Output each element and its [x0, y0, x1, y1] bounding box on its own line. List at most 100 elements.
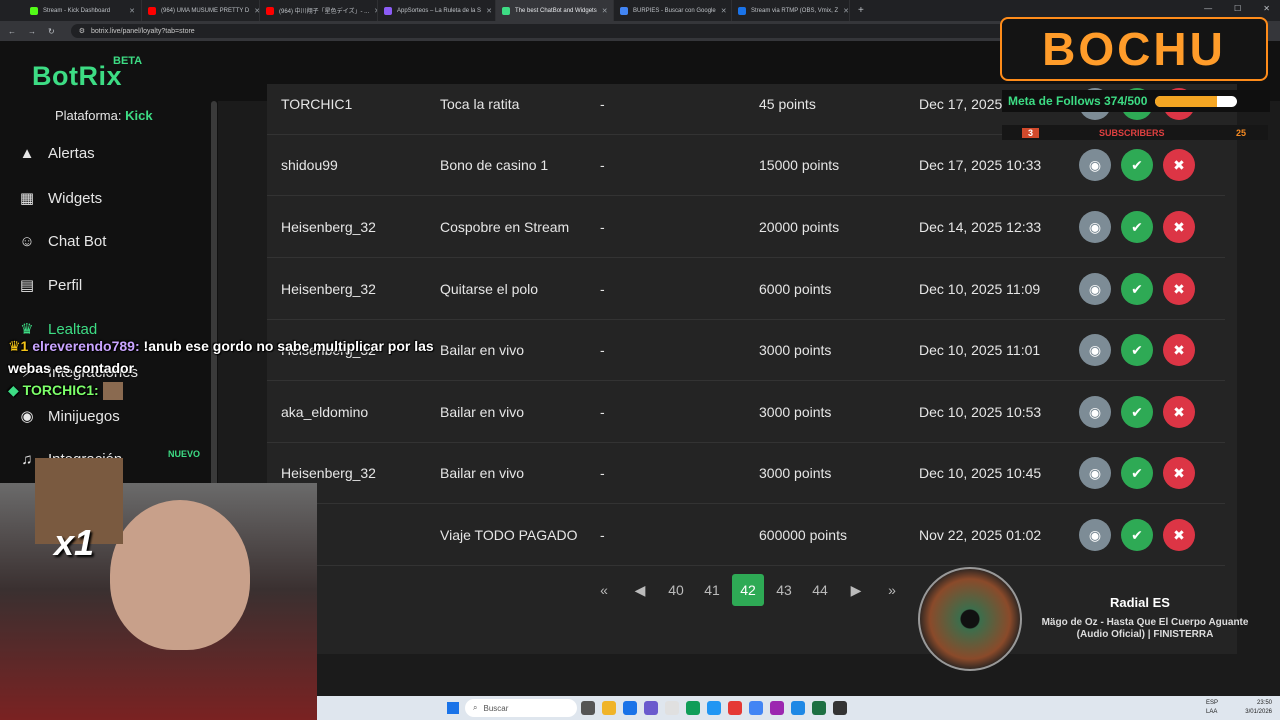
back-icon[interactable]: ← — [8, 27, 16, 36]
reject-button[interactable]: ✖ — [1163, 457, 1195, 489]
page-number-button[interactable]: 40 — [660, 574, 692, 606]
cell-cost: 15000 points — [759, 157, 840, 173]
reject-button[interactable]: ✖ — [1163, 396, 1195, 428]
window-controls: — ☐ ✕ — [1204, 4, 1270, 13]
app-icon[interactable] — [770, 701, 784, 715]
check-icon: ✔ — [1131, 341, 1143, 358]
app-icon[interactable] — [665, 701, 679, 715]
cell-date: Dec 14, 2025 12:33 — [919, 219, 1042, 235]
tab-favicon-icon — [30, 6, 38, 15]
view-button[interactable]: ◉ — [1079, 519, 1111, 551]
browser-tab[interactable]: BURPIES - Buscar con Google ✕ — [614, 0, 732, 21]
browser-tab[interactable]: Stream - Kick Dashboard ✕ — [24, 0, 142, 21]
approve-button[interactable]: ✔ — [1121, 149, 1153, 181]
browser-tab[interactable]: (964) UMA MUSUME PRETTY D ✕ — [142, 0, 260, 21]
forward-icon[interactable]: → — [28, 27, 36, 36]
eye-icon: ◉ — [1088, 526, 1102, 543]
view-button[interactable]: ◉ — [1079, 149, 1111, 181]
new-badge: NUEVO — [168, 449, 201, 459]
browser-tab[interactable]: AppSorteos – La Ruleta de la S ✕ — [378, 0, 496, 21]
app-icon[interactable] — [791, 701, 805, 715]
reject-button[interactable]: ✖ — [1163, 273, 1195, 305]
browser-tab[interactable]: (964) 中川翔子「星色デイズ」- ...✕ — [260, 0, 378, 21]
clock[interactable]: 23:50 3/01/2026 — [1245, 699, 1272, 717]
taskbar-search[interactable]: ⌕ Buscar — [465, 699, 577, 717]
view-button[interactable]: ◉ — [1079, 211, 1111, 243]
botrix-logo[interactable]: BotRix — [32, 61, 122, 92]
close-tab-icon[interactable]: ✕ — [721, 7, 727, 15]
close-tab-icon[interactable]: ✕ — [486, 7, 492, 15]
pagination: « ◀ 40 41 42 43 44 ▶ » — [588, 574, 908, 606]
sidebar-item[interactable]: ▲ Alertas — [18, 145, 95, 162]
next-page-icon[interactable]: ▶ — [840, 574, 872, 606]
close-tab-icon[interactable]: ✕ — [129, 7, 135, 15]
grid-icon: ▦ — [19, 190, 35, 207]
reject-button[interactable]: ✖ — [1163, 211, 1195, 243]
sidebar-item[interactable]: ◉ Minijuegos — [18, 407, 119, 426]
new-tab-icon[interactable]: + — [858, 5, 864, 16]
app-icon[interactable] — [644, 701, 658, 715]
close-tab-icon[interactable]: ✕ — [843, 7, 849, 15]
view-button[interactable]: ◉ — [1079, 273, 1111, 305]
app-icon[interactable] — [833, 701, 847, 715]
app-icon[interactable] — [749, 701, 763, 715]
first-page-icon[interactable]: « — [588, 574, 620, 606]
tab-title: (964) UMA MUSUME PRETTY D — [161, 7, 250, 14]
eye-icon: ◉ — [1088, 156, 1102, 173]
approve-button[interactable]: ✔ — [1121, 519, 1153, 551]
reload-icon[interactable]: ↻ — [48, 27, 55, 36]
tab-favicon-icon — [384, 6, 392, 15]
sidebar-item[interactable]: ▦ Widgets — [18, 189, 102, 208]
check-icon: ✔ — [1131, 464, 1143, 481]
prev-page-icon[interactable]: ◀ — [624, 574, 656, 606]
app-icon[interactable] — [623, 701, 637, 715]
sidebar-scrollbar[interactable] — [211, 101, 217, 501]
page-number-button[interactable]: 42 — [732, 574, 764, 606]
cell-cost: 45 points — [759, 96, 816, 112]
tab-favicon-icon — [148, 6, 156, 15]
tab-title: (964) 中川翔子「星色デイズ」- ... — [279, 9, 370, 15]
chat-badge: ◆ — [8, 382, 19, 398]
chat-user: TORCHIC1: — [22, 382, 99, 398]
reject-button[interactable]: ✖ — [1163, 519, 1195, 551]
view-button[interactable]: ◉ — [1079, 334, 1111, 366]
app-icon[interactable] — [602, 701, 616, 715]
app-icon[interactable] — [728, 701, 742, 715]
minimize-icon[interactable]: — — [1204, 4, 1212, 13]
cell-user: Heisenberg_32 — [281, 219, 376, 235]
cell-cost: 3000 points — [759, 404, 832, 420]
url-text: botrix.live/panel/loyalty?tab=store — [90, 27, 195, 35]
maximize-icon[interactable]: ☐ — [1234, 4, 1241, 13]
reject-button[interactable]: ✖ — [1163, 149, 1195, 181]
page-number-button[interactable]: 41 — [696, 574, 728, 606]
approve-button[interactable]: ✔ — [1121, 273, 1153, 305]
cell-reward: Quitarse el polo — [440, 281, 539, 297]
close-window-icon[interactable]: ✕ — [1263, 4, 1270, 13]
close-tab-icon[interactable]: ✕ — [602, 7, 608, 15]
music-icon: ♫ — [21, 451, 33, 468]
approve-button[interactable]: ✔ — [1121, 457, 1153, 489]
approve-button[interactable]: ✔ — [1121, 334, 1153, 366]
app-icon[interactable] — [581, 701, 595, 715]
last-page-icon[interactable]: » — [876, 574, 908, 606]
app-icon[interactable] — [707, 701, 721, 715]
url-field[interactable]: ⚙ botrix.live/panel/loyalty?tab=store — [70, 24, 1031, 38]
sidebar-item[interactable]: ☺ Chat Bot — [18, 233, 106, 250]
app-icon[interactable] — [686, 701, 700, 715]
sidebar-item[interactable]: ▤ Perfil — [18, 276, 82, 295]
windows-start-icon[interactable] — [447, 702, 459, 714]
page-number-button[interactable]: 43 — [768, 574, 800, 606]
approve-button[interactable]: ✔ — [1121, 396, 1153, 428]
cell-date: Dec 10, 2025 11:01 — [919, 342, 1041, 358]
browser-tab[interactable]: Stream via RTMP (OBS, Vmix, Z ✕ — [732, 0, 850, 21]
browser-tab[interactable]: The best ChatBot and Widgets ✕ — [496, 0, 614, 21]
approve-button[interactable]: ✔ — [1121, 211, 1153, 243]
page-number-button[interactable]: 44 — [804, 574, 836, 606]
site-info-icon[interactable]: ⚙ — [79, 27, 85, 35]
view-button[interactable]: ◉ — [1079, 457, 1111, 489]
view-button[interactable]: ◉ — [1079, 396, 1111, 428]
language-indicator[interactable]: ESP LAA — [1206, 699, 1218, 717]
multiplier-text: x1 — [54, 522, 95, 563]
reject-button[interactable]: ✖ — [1163, 334, 1195, 366]
app-icon[interactable] — [812, 701, 826, 715]
